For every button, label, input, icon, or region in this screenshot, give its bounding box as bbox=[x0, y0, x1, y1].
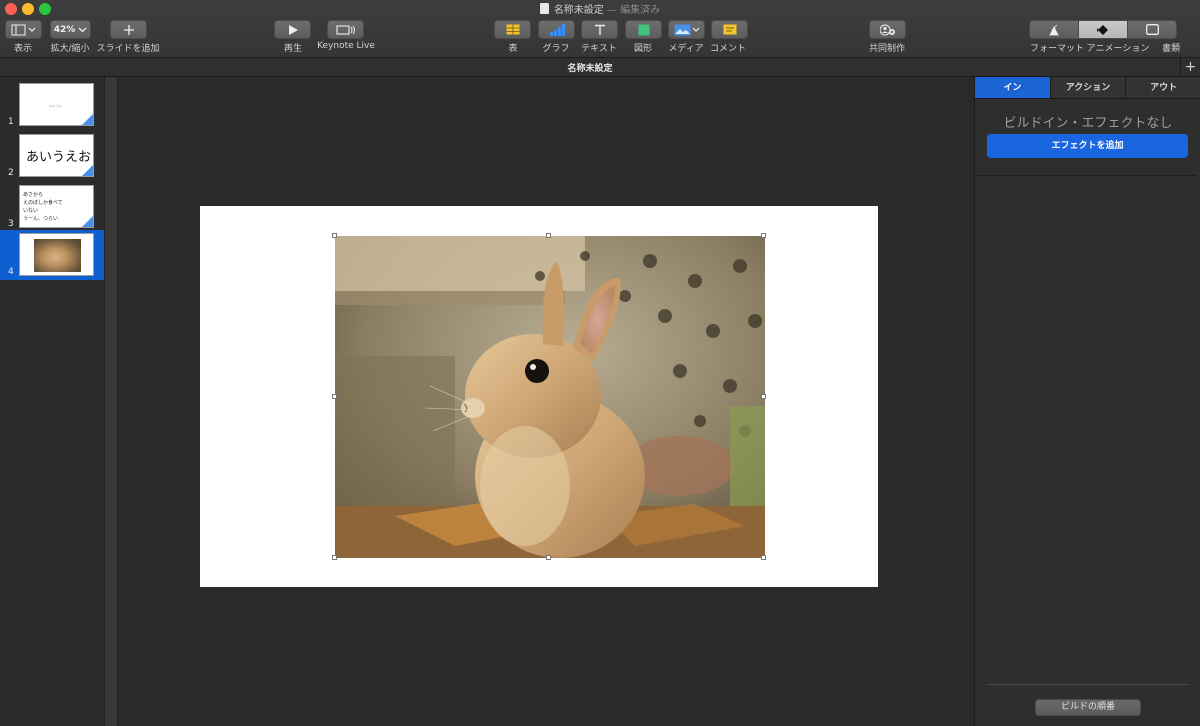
table-label: 表 bbox=[508, 44, 518, 54]
collaborate-label: 共同制作 bbox=[868, 44, 906, 54]
document-setup-icon bbox=[1145, 24, 1159, 35]
play-label: 再生 bbox=[283, 44, 303, 54]
comment-label: コメント bbox=[709, 44, 747, 54]
rabbit-image bbox=[335, 236, 765, 558]
resize-handle[interactable] bbox=[332, 233, 337, 238]
zoom-dropdown[interactable]: 42% bbox=[50, 20, 91, 39]
shape-label: 図形 bbox=[633, 44, 653, 54]
document-status: 編集済み bbox=[620, 5, 661, 16]
slide-thumbnail-3[interactable]: 3 あさから えのぼしか食べて いない うーん、つらい bbox=[0, 182, 104, 232]
text-label: テキスト bbox=[581, 44, 617, 54]
slide-preview bbox=[19, 233, 94, 276]
add-slide-button[interactable] bbox=[110, 20, 147, 39]
slide-preview: あさから えのぼしか食べて いない うーん、つらい bbox=[19, 185, 94, 228]
build-indicator bbox=[82, 216, 93, 227]
toolbar: 名称未設定 — 編集済み 表示 42% 拡大/縮小 スライドを追加 再生 Key… bbox=[0, 0, 1200, 58]
resize-handle[interactable] bbox=[332, 555, 337, 560]
tab-action[interactable]: アクション bbox=[1050, 77, 1127, 98]
rabbit-thumbnail-image bbox=[34, 239, 81, 272]
slide-number: 2 bbox=[8, 168, 14, 178]
document-button[interactable] bbox=[1128, 21, 1176, 38]
tab-build-out[interactable]: アウト bbox=[1126, 77, 1200, 98]
play-icon bbox=[288, 24, 298, 35]
build-indicator bbox=[82, 114, 93, 125]
keynote-live-button[interactable] bbox=[327, 20, 364, 39]
view-button[interactable] bbox=[5, 20, 42, 39]
slide-preview: ﾀｲﾄﾙ ﾃｷｽﾄ bbox=[19, 83, 94, 126]
animate-label: アニメーション bbox=[1086, 44, 1150, 54]
inspector-switcher bbox=[1029, 20, 1177, 39]
navigator-scrollbar[interactable] bbox=[104, 77, 118, 726]
build-tabs: イン アクション アウト bbox=[975, 77, 1200, 99]
broadcast-icon bbox=[335, 24, 355, 35]
slide-thumbnail-1[interactable]: 1 ﾀｲﾄﾙ ﾃｷｽﾄ bbox=[0, 80, 104, 130]
sidebar-icon bbox=[11, 24, 35, 35]
title-separator: — bbox=[607, 5, 617, 16]
text-icon bbox=[594, 24, 605, 35]
photo-icon bbox=[674, 24, 699, 35]
resize-handle[interactable] bbox=[546, 555, 551, 560]
format-label: フォーマット bbox=[1029, 44, 1085, 54]
divider bbox=[988, 684, 1188, 685]
divider bbox=[975, 175, 1200, 176]
table-button[interactable] bbox=[494, 20, 531, 39]
resize-handle[interactable] bbox=[761, 555, 766, 560]
collaborate-icon bbox=[879, 24, 895, 35]
table-icon bbox=[506, 24, 519, 35]
media-button[interactable] bbox=[668, 20, 705, 39]
keynote-window: 名称未設定 — 編集済み 表示 42% 拡大/縮小 スライドを追加 再生 Key… bbox=[0, 0, 1200, 726]
resize-handle[interactable] bbox=[546, 233, 551, 238]
slide-navigator: 1 ﾀｲﾄﾙ ﾃｷｽﾄ 2 あいうえお 3 あさから えのぼしか食べて いない … bbox=[0, 77, 104, 726]
play-button[interactable] bbox=[274, 20, 311, 39]
slide-thumbnail-2[interactable]: 2 あいうえお bbox=[0, 131, 104, 181]
new-tab-button[interactable]: + bbox=[1180, 58, 1200, 77]
resize-handle[interactable] bbox=[761, 233, 766, 238]
animate-icon bbox=[1097, 24, 1108, 35]
resize-handle[interactable] bbox=[761, 394, 766, 399]
document-label: 書類 bbox=[1161, 44, 1181, 54]
shape-icon bbox=[638, 24, 649, 35]
format-button[interactable] bbox=[1030, 21, 1079, 38]
tab-build-in[interactable]: イン bbox=[975, 77, 1051, 98]
chart-button[interactable] bbox=[538, 20, 575, 39]
zoom-label: 拡大/縮小 bbox=[50, 44, 90, 54]
window-title: 名称未設定 — 編集済み bbox=[0, 1, 1200, 16]
plus-icon bbox=[123, 24, 134, 35]
build-order-button[interactable]: ビルドの順番 bbox=[1035, 699, 1141, 716]
inspector-scrollbar[interactable] bbox=[1196, 99, 1200, 726]
chart-icon bbox=[549, 23, 565, 36]
document-name: 名称未設定 bbox=[553, 5, 604, 16]
slide-preview-text: ﾀｲﾄﾙ ﾃｷｽﾄ bbox=[49, 104, 62, 108]
slide-thumbnail-4[interactable]: 4 bbox=[0, 230, 104, 280]
slide-preview: あいうえお bbox=[19, 134, 94, 177]
slide-number: 4 bbox=[8, 267, 14, 277]
collaborate-button[interactable] bbox=[869, 20, 906, 39]
comment-icon bbox=[723, 24, 736, 35]
paintbrush-icon bbox=[1049, 24, 1059, 35]
tab-bar: 名称未設定 + bbox=[0, 58, 1200, 77]
document-icon bbox=[539, 3, 549, 14]
comment-button[interactable] bbox=[711, 20, 748, 39]
no-effect-message: ビルドイン・エフェクトなし bbox=[1003, 116, 1173, 131]
view-label: 表示 bbox=[13, 44, 33, 54]
slide-preview-text: あさから えのぼしか食べて いない うーん、つらい bbox=[23, 192, 63, 222]
resize-handle[interactable] bbox=[332, 394, 337, 399]
media-label: メディア bbox=[668, 44, 704, 54]
tab-document[interactable]: 名称未設定 bbox=[0, 61, 1180, 74]
zoom-value: 42% bbox=[53, 24, 76, 35]
slide-preview-text: あいうえお bbox=[26, 150, 92, 165]
text-button[interactable] bbox=[581, 20, 618, 39]
add-effect-button[interactable]: エフェクトを追加 bbox=[987, 134, 1188, 158]
add-slide-label: スライドを追加 bbox=[96, 44, 160, 54]
keynote-live-label: Keynote Live bbox=[317, 41, 375, 51]
slide-number: 3 bbox=[8, 219, 14, 229]
chart-label: グラフ bbox=[542, 44, 570, 54]
build-indicator bbox=[82, 165, 93, 176]
slide-number: 1 bbox=[8, 117, 14, 127]
shape-button[interactable] bbox=[625, 20, 662, 39]
animate-button[interactable] bbox=[1079, 21, 1128, 38]
rabbit-photo[interactable] bbox=[335, 236, 765, 558]
animate-inspector: イン アクション アウト ビルドイン・エフェクトなし エフェクトを追加 ビルドの… bbox=[974, 77, 1200, 726]
chevron-down-icon bbox=[78, 27, 87, 32]
